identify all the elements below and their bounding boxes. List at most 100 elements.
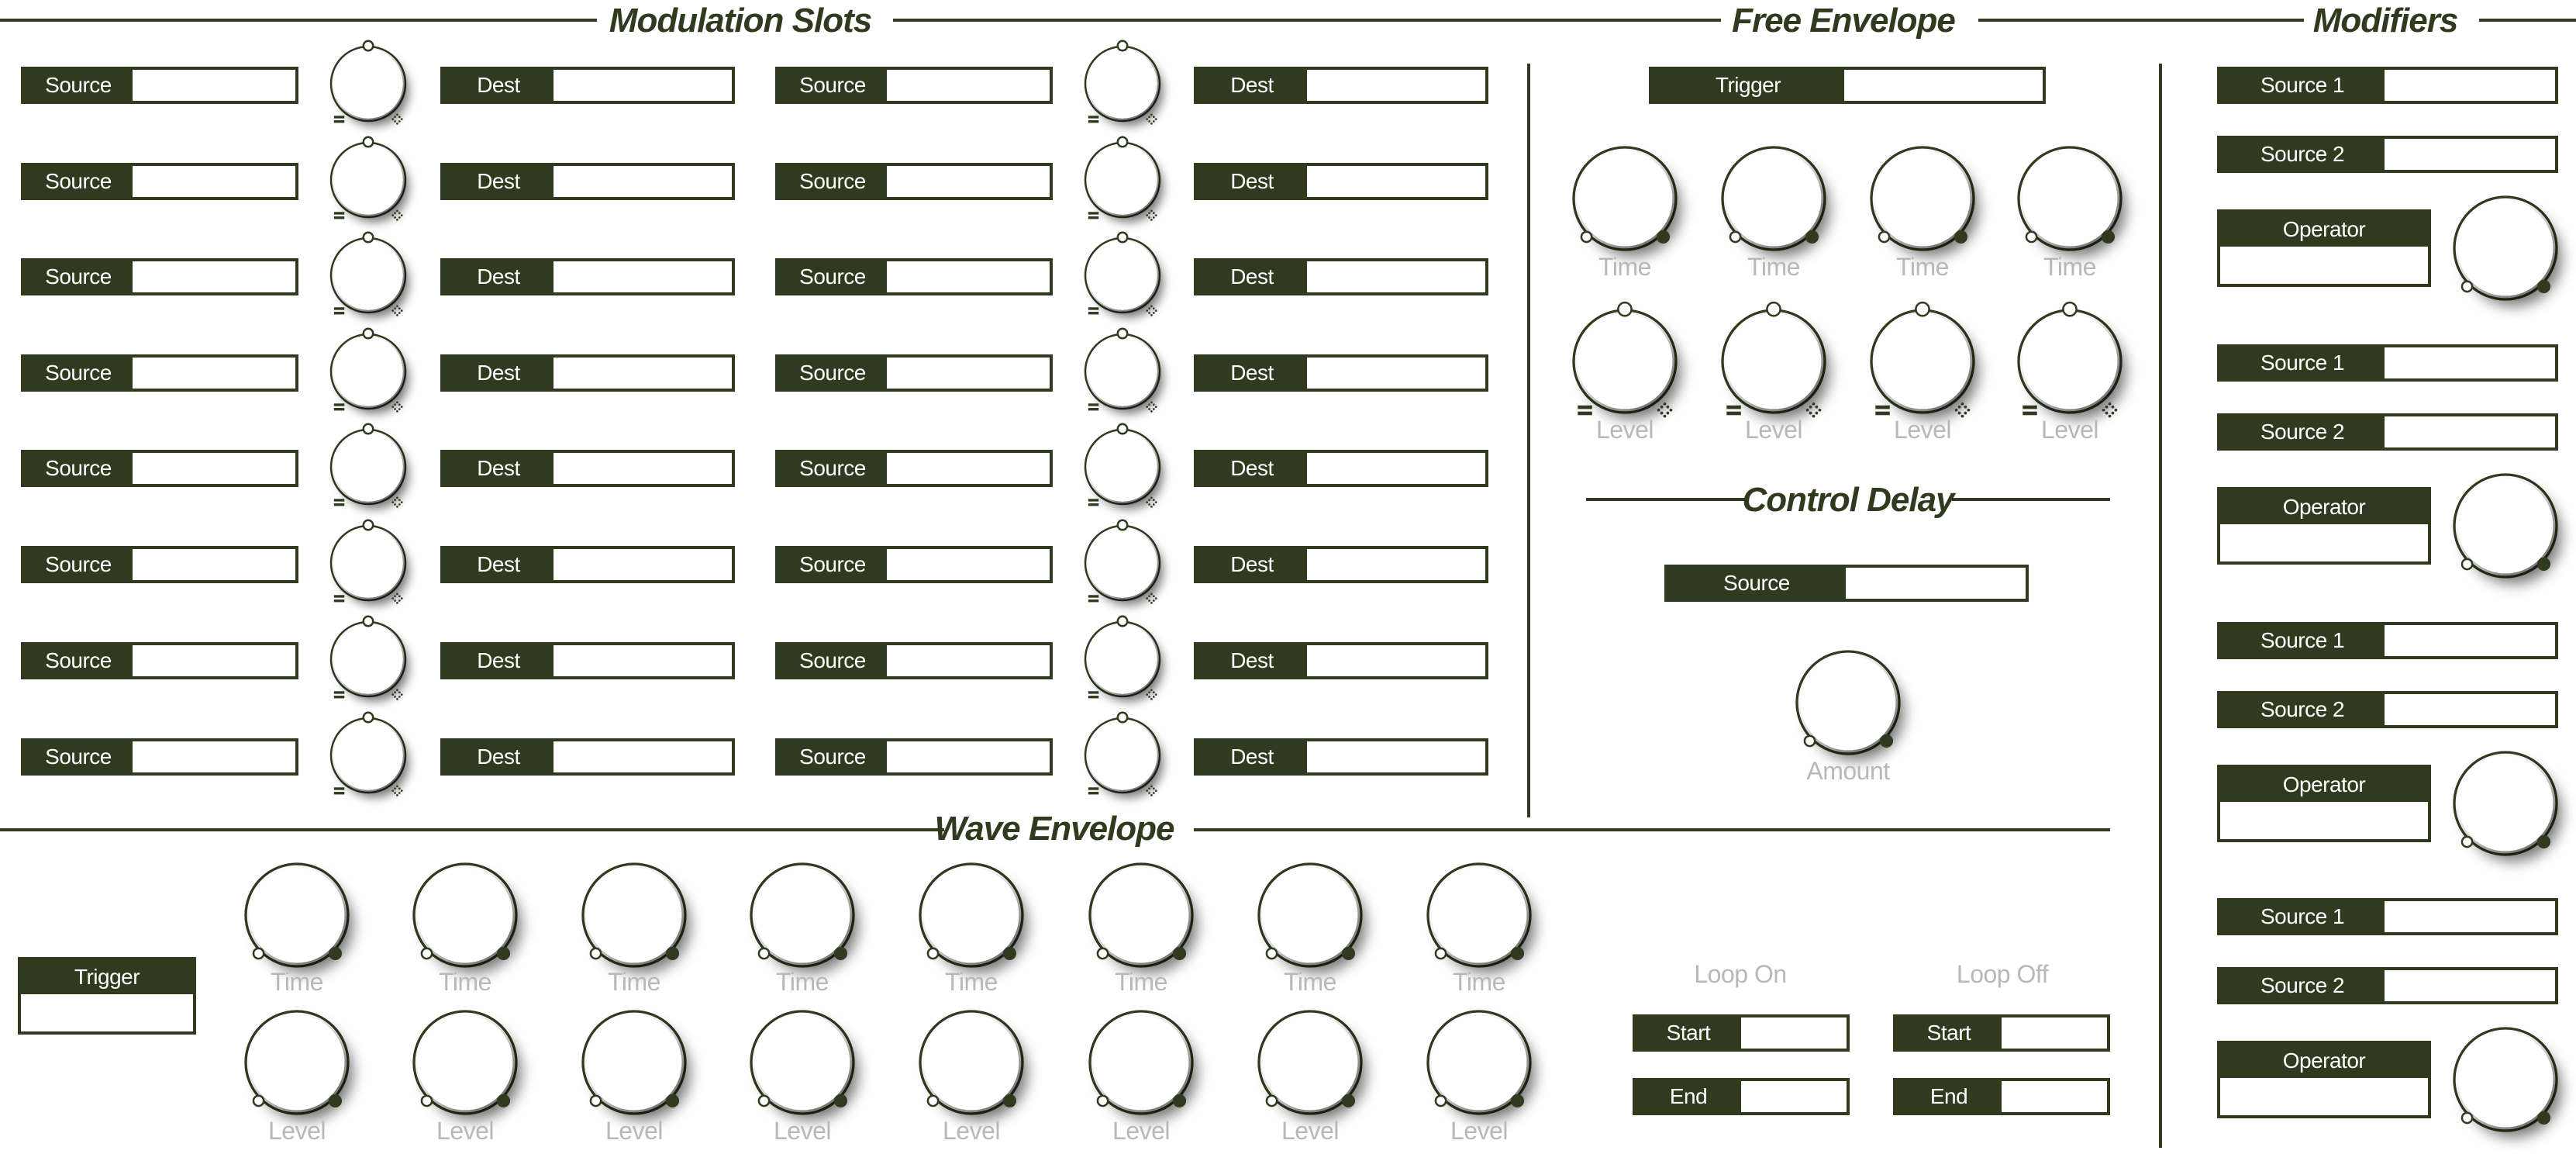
modifier-4-source1[interactable]: Source 1 [2217,898,2558,935]
mod-slot-1-6-source-value[interactable] [133,549,295,580]
mod-slot-2-8-source[interactable]: Source [775,738,1053,776]
mod-slot-2-1-dest[interactable]: Dest [1194,67,1488,104]
wave-env-loop-on-end[interactable]: End [1633,1078,1850,1115]
mod-slot-1-3-dest[interactable]: Dest [440,258,735,295]
mod-slot-2-2-source[interactable]: Source [775,163,1053,200]
wave-env-loop-off-end[interactable]: End [1893,1078,2110,1115]
mod-slot-1-7-source-value[interactable] [133,645,295,676]
mod-slot-1-3-source[interactable]: Source [21,258,298,295]
free-env-time-knob-1[interactable] [1550,124,1699,273]
mod-slot-2-6-source[interactable]: Source [775,546,1053,583]
mod-slot-1-5-source-value[interactable] [133,453,295,484]
mod-slot-2-8-dest-value[interactable] [1307,741,1485,772]
mod-slot-2-7-dest-value[interactable] [1307,645,1485,676]
free-env-level-knob-1[interactable] [1550,287,1699,436]
wave-env-loop-off-start-value[interactable] [2002,1018,2107,1049]
mod-slot-1-1-dest[interactable]: Dest [440,67,735,104]
free-env-time-knob-4[interactable] [1995,124,2144,273]
modifier-3-knob[interactable] [2431,729,2576,878]
mod-slot-2-6-dest-value[interactable] [1307,549,1485,580]
wave-env-level-knob-2[interactable] [391,988,540,1137]
modifier-1-source2-value[interactable] [2385,139,2555,170]
modifier-2-knob[interactable] [2431,451,2576,600]
wave-env-level-knob-8[interactable] [1405,988,1554,1137]
mod-slot-2-7-source-value[interactable] [887,645,1050,676]
modifier-2-source2-value[interactable] [2385,416,2555,447]
free-env-level-knob-2[interactable] [1699,287,1848,436]
modifier-3-operator[interactable]: Operator [2217,765,2431,842]
wave-env-loop-on-start[interactable]: Start [1633,1014,1850,1052]
mod-slot-2-8-source-value[interactable] [887,741,1050,772]
modifier-1-source2[interactable]: Source 2 [2217,136,2558,173]
wave-env-loop-on-start-value[interactable] [1741,1018,1847,1049]
mod-slot-1-5-dest[interactable]: Dest [440,450,735,487]
modifier-2-operator[interactable]: Operator [2217,487,2431,565]
mod-slot-2-2-dest-value[interactable] [1307,166,1485,197]
mod-slot-2-3-dest[interactable]: Dest [1194,258,1488,295]
mod-slot-1-3-source-value[interactable] [133,261,295,292]
mod-slot-2-7-dest[interactable]: Dest [1194,642,1488,679]
mod-slot-1-1-source-value[interactable] [133,70,295,101]
modifier-1-source1[interactable]: Source 1 [2217,67,2558,104]
mod-slot-2-3-source-value[interactable] [887,261,1050,292]
control-delay-source[interactable]: Source [1664,565,2029,602]
mod-slot-2-1-dest-value[interactable] [1307,70,1485,101]
modifier-3-source2-value[interactable] [2385,694,2555,725]
modifier-4-source2-value[interactable] [2385,970,2555,1001]
modifier-3-source1[interactable]: Source 1 [2217,622,2558,659]
wave-env-trigger[interactable]: Trigger [18,957,196,1035]
free-env-time-knob-3[interactable] [1848,124,1997,273]
mod-slot-1-3-dest-value[interactable] [553,261,732,292]
free-env-trigger[interactable]: Trigger [1649,67,2046,104]
wave-env-loop-off-start[interactable]: Start [1893,1014,2110,1052]
mod-slot-2-4-dest-value[interactable] [1307,358,1485,389]
mod-slot-2-5-dest[interactable]: Dest [1194,450,1488,487]
wave-env-loop-on-end-value[interactable] [1741,1081,1847,1112]
mod-slot-1-4-dest-value[interactable] [553,358,732,389]
mod-slot-1-7-source[interactable]: Source [21,642,298,679]
modifier-1-operator[interactable]: Operator [2217,209,2431,287]
wave-env-level-knob-1[interactable] [222,988,371,1137]
mod-slot-1-2-dest[interactable]: Dest [440,163,735,200]
modifier-4-source2[interactable]: Source 2 [2217,967,2558,1004]
modifier-2-source1-value[interactable] [2385,347,2555,378]
mod-slot-2-5-dest-value[interactable] [1307,453,1485,484]
mod-slot-1-2-dest-value[interactable] [553,166,732,197]
mod-slot-2-1-source-value[interactable] [887,70,1050,101]
modifier-1-source1-value[interactable] [2385,70,2555,101]
modifier-3-source2[interactable]: Source 2 [2217,691,2558,728]
mod-slot-1-4-source[interactable]: Source [21,354,298,392]
free-env-trigger-value[interactable] [1844,70,2043,101]
mod-slot-2-5-source[interactable]: Source [775,450,1053,487]
wave-env-level-knob-4[interactable] [728,988,877,1137]
mod-slot-1-8-amount-knob[interactable] [308,695,429,816]
wave-env-loop-off-end-value[interactable] [2002,1081,2107,1112]
mod-slot-1-6-dest-value[interactable] [553,549,732,580]
mod-slot-1-4-dest[interactable]: Dest [440,354,735,392]
mod-slot-2-4-source-value[interactable] [887,358,1050,389]
mod-slot-1-1-source[interactable]: Source [21,67,298,104]
modifier-3-source1-value[interactable] [2385,625,2555,656]
modifier-2-source2[interactable]: Source 2 [2217,413,2558,451]
mod-slot-2-6-dest[interactable]: Dest [1194,546,1488,583]
modifier-4-operator[interactable]: Operator [2217,1041,2431,1118]
wave-env-level-knob-7[interactable] [1236,988,1385,1137]
mod-slot-1-2-source[interactable]: Source [21,163,298,200]
mod-slot-2-4-source[interactable]: Source [775,354,1053,392]
free-env-level-knob-4[interactable] [1995,287,2144,436]
mod-slot-1-8-dest-value[interactable] [553,741,732,772]
modifier-1-knob[interactable] [2431,174,2576,323]
mod-slot-2-3-source[interactable]: Source [775,258,1053,295]
mod-slot-1-6-dest[interactable]: Dest [440,546,735,583]
mod-slot-1-6-source[interactable]: Source [21,546,298,583]
mod-slot-1-5-source[interactable]: Source [21,450,298,487]
modifier-4-source1-value[interactable] [2385,901,2555,932]
mod-slot-2-3-dest-value[interactable] [1307,261,1485,292]
mod-slot-2-1-source[interactable]: Source [775,67,1053,104]
mod-slot-1-8-source-value[interactable] [133,741,295,772]
mod-slot-1-5-dest-value[interactable] [553,453,732,484]
mod-slot-1-8-source[interactable]: Source [21,738,298,776]
modifier-2-source1[interactable]: Source 1 [2217,344,2558,382]
mod-slot-1-7-dest-value[interactable] [553,645,732,676]
mod-slot-1-7-dest[interactable]: Dest [440,642,735,679]
